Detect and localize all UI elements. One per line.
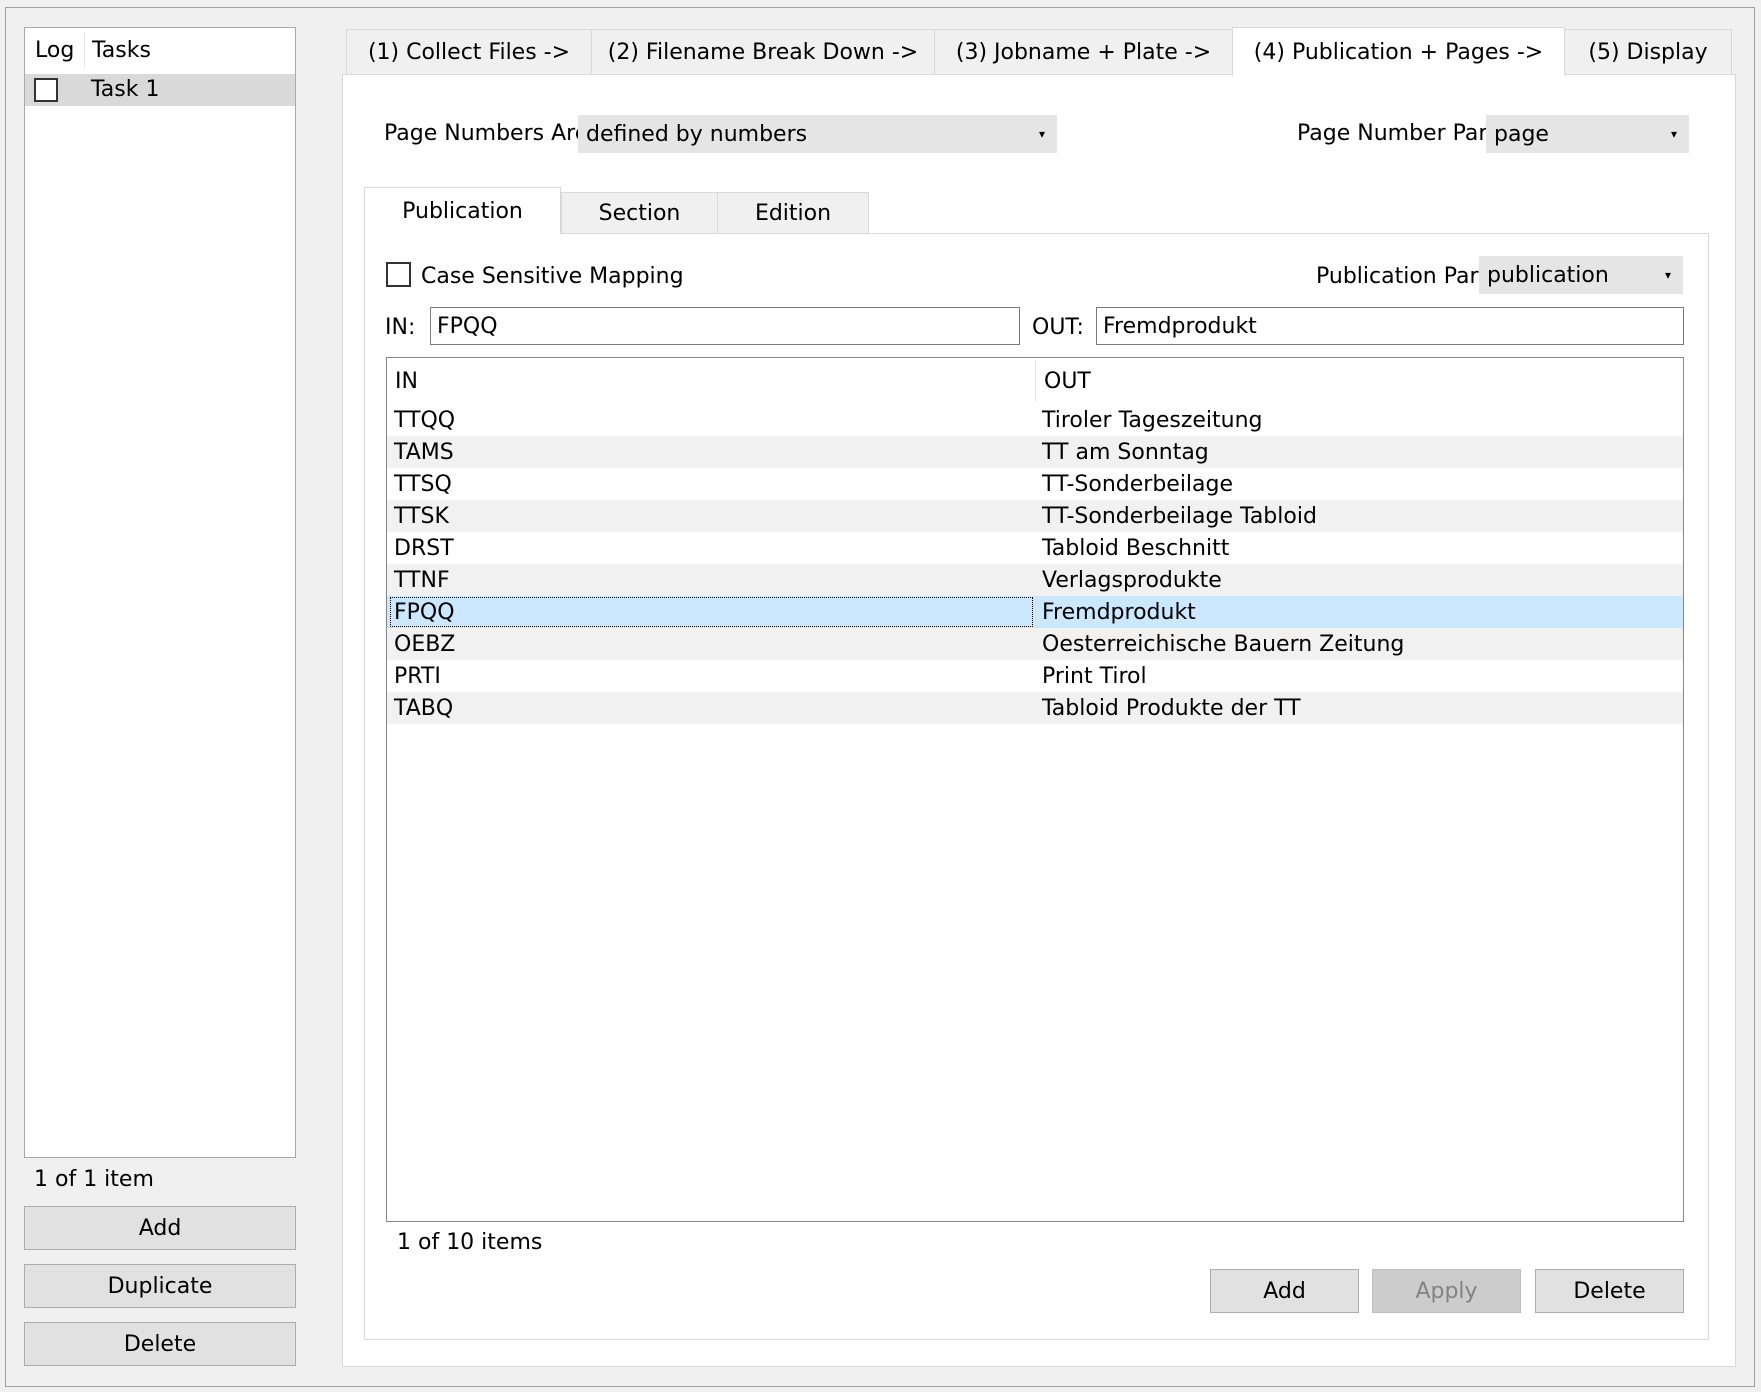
publication-part-select-value: publication <box>1487 262 1609 288</box>
cell-in: TAMS <box>394 440 454 465</box>
cell-out: TT-Sonderbeilage <box>1042 472 1234 497</box>
task-row[interactable]: Task 1 <box>25 74 295 106</box>
case-sensitive-checkbox[interactable] <box>386 262 411 287</box>
publication-part-label: Publication Part <box>1316 264 1488 289</box>
page-numbers-label: Page Numbers Are <box>384 121 589 146</box>
subtab-section[interactable]: Section <box>561 192 718 234</box>
task-label: Task 1 <box>91 77 160 102</box>
page-number-part-label: Page Number Part <box>1297 121 1497 146</box>
focus-rectangle <box>390 597 1033 627</box>
dropdown-arrow-icon: ▾ <box>1670 127 1677 141</box>
table-row[interactable]: OEBZ Oesterreichische Bauern Zeitung <box>387 628 1683 660</box>
cell-out: TT-Sonderbeilage Tabloid <box>1042 504 1317 529</box>
in-label: IN: <box>385 315 416 340</box>
cell-out: Fremdprodukt <box>1042 600 1196 625</box>
column-header-tasks[interactable]: Tasks <box>92 38 151 63</box>
publication-part-select[interactable]: publication ▾ <box>1479 256 1683 294</box>
cell-out: Print Tirol <box>1042 664 1147 689</box>
tab-jobname-plate[interactable]: (3) Jobname + Plate -> <box>934 29 1233 75</box>
tab-filename-break-down[interactable]: (2) Filename Break Down -> <box>591 29 935 75</box>
delete-task-button[interactable]: Delete <box>24 1322 296 1366</box>
dropdown-arrow-icon: ▾ <box>1664 268 1671 282</box>
table-row[interactable]: TTSQ TT-Sonderbeilage <box>387 468 1683 500</box>
table-row[interactable]: TTNF Verlagsprodukte <box>387 564 1683 596</box>
task-list-header: Log Tasks <box>25 28 295 72</box>
cell-in: OEBZ <box>394 632 456 657</box>
cell-out: Verlagsprodukte <box>1042 568 1222 593</box>
cell-out: Oesterreichische Bauern Zeitung <box>1042 632 1405 657</box>
duplicate-task-button[interactable]: Duplicate <box>24 1264 296 1308</box>
in-field-value: FPQQ <box>437 313 498 339</box>
table-row[interactable]: TTSK TT-Sonderbeilage Tabloid <box>387 500 1683 532</box>
cell-in: TTNF <box>394 568 450 593</box>
column-header-log[interactable]: Log <box>35 38 74 63</box>
subtab-edition[interactable]: Edition <box>717 192 869 234</box>
table-body: TTQQ Tiroler Tageszeitung TAMS TT am Sonnta… <box>387 404 1683 724</box>
publication-mapping-table[interactable]: IN OUT TTQQ Tiroler Tageszeitung TAMS TT am… <box>386 357 1684 1222</box>
table-row[interactable]: FPQQ Fremdprodukt <box>387 596 1683 628</box>
delete-mapping-button[interactable]: Delete <box>1535 1269 1684 1313</box>
cell-in: FPQQ <box>394 600 455 625</box>
table-row[interactable]: DRST Tabloid Beschnitt <box>387 532 1683 564</box>
page-number-part-select-value: page <box>1494 121 1549 147</box>
page-numbers-select-value: defined by numbers <box>586 121 808 147</box>
table-row[interactable]: TABQ Tabloid Produkte der TT <box>387 692 1683 724</box>
cell-in: DRST <box>394 536 454 561</box>
add-task-button[interactable]: Add <box>24 1206 296 1250</box>
dropdown-arrow-icon: ▾ <box>1038 127 1045 141</box>
apply-mapping-button[interactable]: Apply <box>1372 1269 1521 1313</box>
task-log-checkbox[interactable] <box>34 78 58 102</box>
cell-in: TABQ <box>394 696 454 721</box>
case-sensitive-label[interactable]: Case Sensitive Mapping <box>421 264 684 289</box>
cell-out: Tabloid Produkte der TT <box>1042 696 1301 721</box>
cell-in: TTQQ <box>394 408 456 433</box>
cell-out: Tabloid Beschnitt <box>1042 536 1230 561</box>
cell-in: TTSK <box>394 504 449 529</box>
out-field-value: Fremdprodukt <box>1103 313 1257 339</box>
column-separator[interactable] <box>84 32 85 68</box>
out-label: OUT: <box>1032 315 1084 340</box>
mapping-count: 1 of 10 items <box>397 1230 543 1255</box>
tab-collect-files[interactable]: (1) Collect Files -> <box>346 29 592 75</box>
table-header: IN OUT <box>387 358 1683 404</box>
tab-display[interactable]: (5) Display <box>1564 29 1732 75</box>
column-header-out[interactable]: OUT <box>1044 369 1091 394</box>
task-count: 1 of 1 item <box>34 1167 154 1192</box>
cell-out: TT am Sonntag <box>1042 440 1209 465</box>
page-number-part-select[interactable]: page ▾ <box>1486 115 1689 153</box>
table-row[interactable]: PRTI Print Tirol <box>387 660 1683 692</box>
page-numbers-select[interactable]: defined by numbers ▾ <box>578 115 1057 153</box>
table-row[interactable]: TAMS TT am Sonntag <box>387 436 1683 468</box>
cell-in: PRTI <box>394 664 441 689</box>
table-row[interactable]: TTQQ Tiroler Tageszeitung <box>387 404 1683 436</box>
tab-publication-pages[interactable]: (4) Publication + Pages -> <box>1232 27 1565 76</box>
task-list[interactable]: Log Tasks Task 1 <box>24 27 296 1158</box>
cell-out: Tiroler Tageszeitung <box>1042 408 1263 433</box>
subtab-publication[interactable]: Publication <box>364 187 561 234</box>
in-field[interactable]: FPQQ <box>430 307 1020 345</box>
column-separator[interactable] <box>1035 360 1036 402</box>
out-field[interactable]: Fremdprodukt <box>1096 307 1684 345</box>
column-header-in[interactable]: IN <box>395 369 418 394</box>
add-mapping-button[interactable]: Add <box>1210 1269 1359 1313</box>
cell-in: TTSQ <box>394 472 452 497</box>
